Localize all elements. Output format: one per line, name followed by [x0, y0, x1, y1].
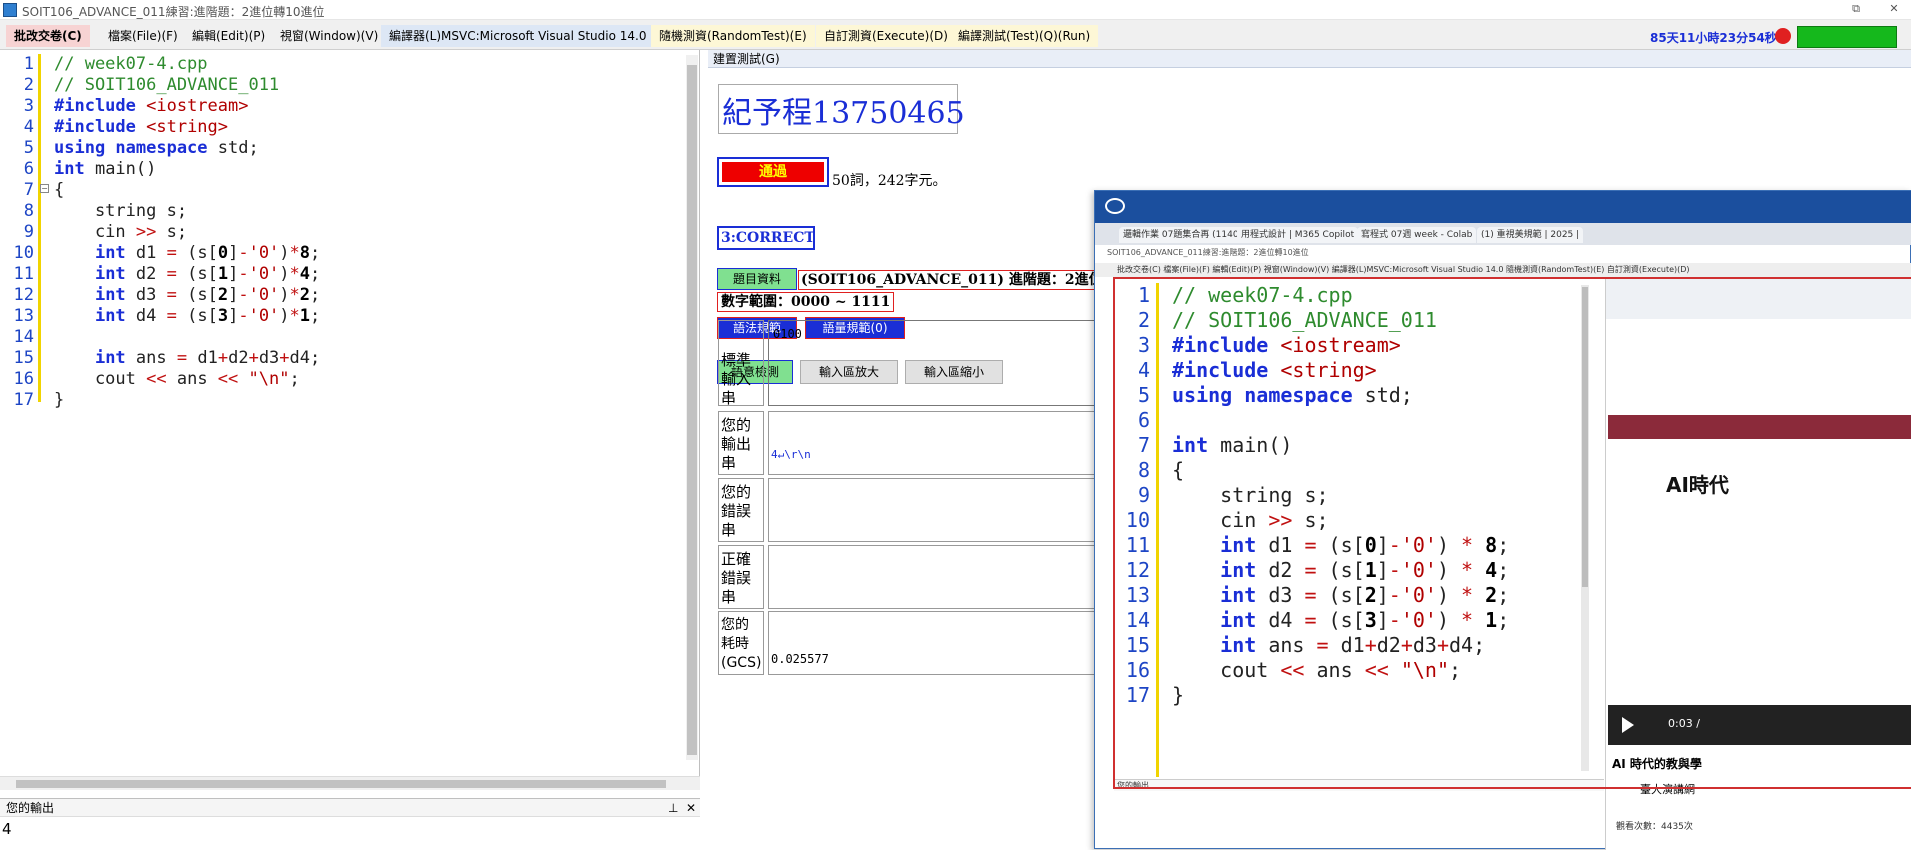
line-number: 9	[23, 222, 34, 242]
line-number: 5	[23, 138, 34, 158]
line-number: 15	[13, 348, 34, 368]
menu-window[interactable]: 視窗(Window)(V)	[272, 25, 386, 47]
code-line: int d4 = (s[3]-'0')*1;	[94, 306, 321, 326]
result-status: 3:CORRECT	[717, 226, 815, 250]
topic-button[interactable]: 題目資料	[717, 268, 797, 290]
countdown-timer: 85天11小時23分54秒	[1650, 31, 1777, 45]
window-titlebar: SOIT106_ADVANCE_011練習:進階題：2進位轉10進位 ⧉ ✕	[0, 0, 1911, 20]
browser-tab[interactable]: (1) 重視美規範 | 2025 |	[1477, 227, 1584, 243]
close-button[interactable]: ✕	[1884, 2, 1904, 18]
line-number: 12	[13, 285, 34, 305]
pass-status: 通過	[717, 157, 829, 187]
highlight-frame	[1113, 277, 1911, 789]
code-line: using namespace std;	[54, 138, 259, 158]
code-line: int ans = d1+d2+d3+d4;	[94, 348, 321, 368]
scrollbar-thumb[interactable]	[16, 780, 666, 788]
menu-edit[interactable]: 編輯(Edit)(P)	[184, 25, 273, 47]
line-number: 4	[23, 117, 34, 137]
code-line: #include <iostream>	[54, 96, 249, 116]
your-output-value: 4↵\r\n	[771, 448, 811, 461]
test-pane-header: 建置測試(G)	[708, 50, 1911, 68]
output-pane-title: 您的輸出	[6, 801, 55, 815]
menu-submit[interactable]: 批改交卷(C)	[6, 25, 90, 47]
pin-icon[interactable]: ⊥	[668, 799, 678, 817]
app-icon	[3, 3, 17, 17]
code-line: {	[54, 180, 65, 200]
elapsed-time-label: 您的耗時(GCS)	[718, 611, 764, 675]
shared-screen-window[interactable]: 邏輯作業 07題集合再 (1140) 用程式設計 | M365 Copilot …	[1094, 190, 1911, 850]
code-line: cout << ans << "\n";	[54, 369, 300, 389]
line-number: 2	[23, 75, 34, 95]
browser-tab-strip: 邏輯作業 07題集合再 (1140) 用程式設計 | M365 Copilot …	[1095, 223, 1911, 245]
pass-label: 通過	[722, 162, 824, 182]
line-number: 16	[13, 369, 34, 389]
code-line: string s;	[54, 201, 188, 221]
line-number: 14	[13, 327, 34, 347]
scrollbar-thumb[interactable]	[687, 65, 697, 755]
line-number: 13	[13, 306, 34, 326]
menu-execute[interactable]: 自訂測資(Execute)(D)	[816, 25, 956, 47]
line-number: 17	[13, 390, 34, 410]
code-line: int d2 = (s[1]-'0')*4;	[94, 264, 321, 284]
output-pane: 您的輸出 ⊥ ✕ 4	[0, 798, 700, 849]
line-number: 6	[23, 159, 34, 179]
elapsed-time-value: 0.025577	[771, 652, 829, 666]
view-count: 觀看次數：4435次	[1616, 822, 1693, 832]
menu-random-test[interactable]: 隨機測資(RandomTest)(E)	[651, 25, 815, 47]
your-output-label: 您的輸出串	[718, 411, 764, 475]
fold-toggle-icon[interactable]: −	[40, 184, 49, 193]
menu-bar: 批改交卷(C) 檔案(File)(F) 編輯(Edit)(P) 視窗(Windo…	[0, 20, 1911, 50]
code-line: int d3 = (s[2]-'0')*2;	[94, 285, 321, 305]
your-error-label: 您的錯誤串	[718, 478, 764, 542]
eye-icon[interactable]	[1105, 198, 1125, 214]
mini-window-title: SOIT106_ADVANCE_011練習:進階題：2進位轉10進位	[1107, 248, 1309, 257]
menu-file[interactable]: 檔案(File)(F)	[100, 25, 186, 47]
change-marker	[38, 54, 41, 402]
student-name: 紀予程13750465	[722, 96, 965, 131]
browser-tab[interactable]: 用程式設計 | M365 Copilot	[1237, 227, 1359, 243]
editor-vertical-scrollbar[interactable]	[686, 55, 698, 760]
restore-button[interactable]: ⧉	[1846, 2, 1866, 18]
range-text: 數字範圍：0000 ~ 1111	[717, 292, 895, 312]
apple-icon	[1775, 28, 1791, 44]
stdin-label: 標準輸入串	[718, 320, 764, 407]
output-pane-header: 您的輸出 ⊥ ✕	[0, 799, 700, 817]
menu-run-test[interactable]: 編譯測試(Test)(Q)(Run)	[950, 25, 1099, 47]
output-value: 4	[2, 820, 12, 838]
mini-menu-bar: 批改交卷(C) 檔案(File)(F) 編輯(Edit)(P) 視窗(Windo…	[1095, 263, 1911, 277]
editor-horizontal-scrollbar[interactable]	[0, 776, 700, 790]
code-line: // SOIT106_ADVANCE_011	[54, 75, 280, 95]
code-line: int main()	[54, 159, 157, 179]
code-line: cin >> s;	[54, 222, 188, 242]
code-line: #include <string>	[54, 117, 229, 137]
expected-error-label: 正確錯誤串	[718, 545, 764, 609]
code-line: // week07-4.cpp	[54, 54, 208, 74]
line-number: 8	[23, 201, 34, 221]
code-line: int d1 = (s[0]-'0')*8;	[94, 243, 321, 263]
line-number: 7	[23, 180, 34, 200]
browser-tab[interactable]: 寫程式 07週 week - Colab	[1357, 227, 1477, 243]
timer-progress-bar	[1797, 26, 1897, 48]
menu-compiler[interactable]: 編譯器(L)MSVC:Microsoft Visual Studio 14.0	[381, 25, 655, 47]
line-number: 10	[13, 243, 34, 263]
word-count: 50詞，242字元。	[832, 173, 947, 189]
close-icon[interactable]: ✕	[686, 799, 696, 817]
line-number: 1	[23, 54, 34, 74]
line-number: 3	[23, 96, 34, 116]
window-title: SOIT106_ADVANCE_011練習:進階題：2進位轉10進位	[22, 5, 325, 19]
share-toolbar	[1095, 191, 1911, 223]
code-editor[interactable]: 1 2 3 4 5 6 7 8 9 10 11 12 13 14 15 16 1…	[0, 50, 700, 776]
stdin-value: 0100	[773, 327, 802, 341]
code-line: }	[54, 390, 65, 410]
line-number: 11	[13, 264, 34, 284]
browser-tab[interactable]: 邏輯作業 07題集合再 (1140)	[1119, 227, 1247, 243]
